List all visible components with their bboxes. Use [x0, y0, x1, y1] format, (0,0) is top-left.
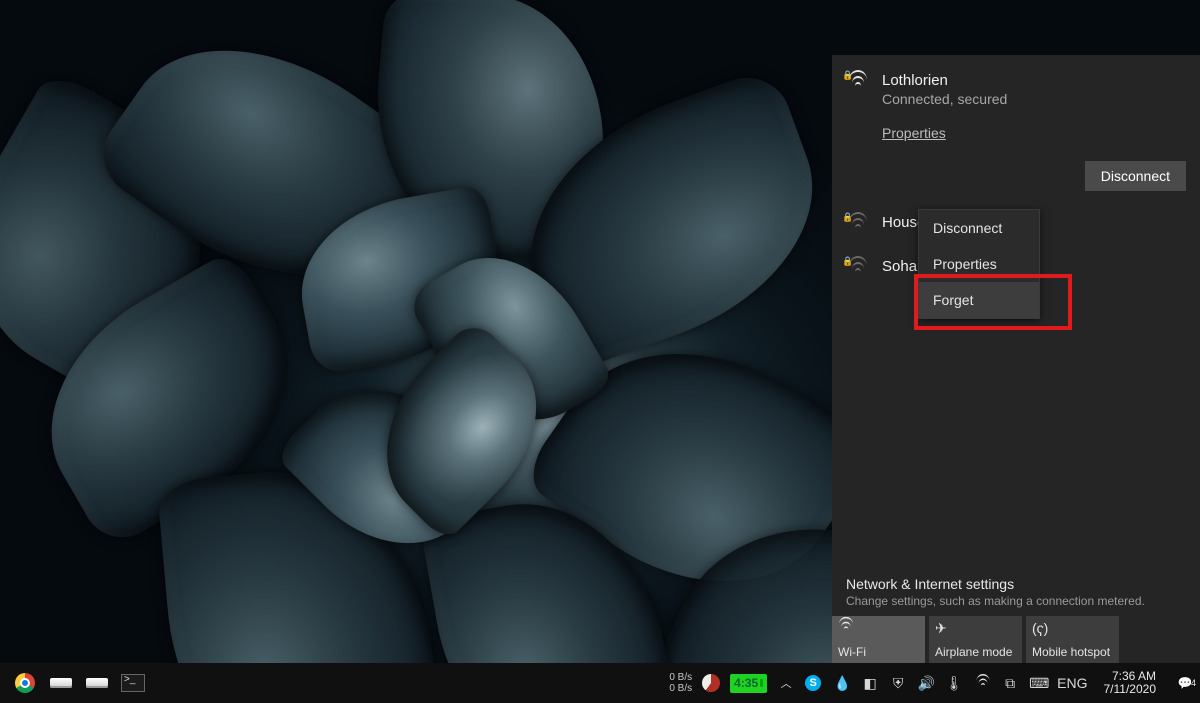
drive-icon[interactable]	[82, 668, 112, 698]
battery-time: 4:35	[734, 676, 758, 690]
properties-link[interactable]: Properties	[882, 125, 946, 141]
security-icon[interactable]: ⛨	[889, 675, 907, 692]
wifi-tray-icon[interactable]	[973, 675, 991, 691]
clock-date: 7/11/2020	[1104, 683, 1157, 696]
disconnect-row: Disconnect	[832, 153, 1200, 201]
terminal-icon[interactable]	[118, 668, 148, 698]
tile-airplane-mode[interactable]: ✈ Airplane mode	[929, 616, 1022, 663]
thermometer-icon[interactable]: 🌡	[945, 675, 963, 692]
context-menu-disconnect[interactable]: Disconnect	[919, 210, 1039, 246]
flyout-footer: Network & Internet settings Change setti…	[832, 568, 1200, 663]
settings-subtitle: Change settings, such as making a connec…	[832, 594, 1200, 616]
tile-label: Mobile hotspot	[1032, 645, 1113, 659]
taskbar: 0 B/s 0 B/s 4:35 ︿ S 💧 ◧ ⛨ 🔊 🌡 ⧉ ⌨ ENG 7…	[0, 663, 1200, 703]
net-speed-indicator: 0 B/s 0 B/s	[669, 672, 692, 694]
tile-label: Airplane mode	[935, 645, 1016, 659]
net-speed-down: 0 B/s	[669, 672, 692, 683]
wifi-secured-icon: 🔒	[848, 74, 868, 90]
hotspot-icon: (ҁ)	[1032, 620, 1113, 636]
network-name: Lothlorien	[882, 71, 1186, 91]
keyboard-icon[interactable]: ⌨	[1029, 675, 1047, 692]
network-context-menu: Disconnect Properties Forget	[918, 209, 1040, 319]
network-settings-link[interactable]: Network & Internet settings	[832, 568, 1200, 594]
tile-label: Wi-Fi	[838, 645, 919, 659]
disk-usage-icon[interactable]	[702, 674, 720, 692]
action-center-icon[interactable]: 💬 4	[1172, 676, 1198, 690]
drive-icon[interactable]	[46, 668, 76, 698]
network-item-body: Lothlorien Connected, secured Properties	[882, 71, 1186, 141]
volume-icon[interactable]: 🔊	[917, 675, 935, 692]
tile-wifi[interactable]: Wi-Fi	[832, 616, 925, 663]
wifi-icon	[838, 620, 919, 636]
clock[interactable]: 7:36 AM 7/11/2020	[1098, 670, 1163, 696]
airplane-icon: ✈	[935, 620, 1016, 636]
app-tray-icon[interactable]: ◧	[861, 675, 879, 692]
skype-icon[interactable]: S	[805, 675, 823, 691]
quick-action-tiles: Wi-Fi ✈ Airplane mode (ҁ) Mobile hotspot	[832, 616, 1200, 663]
chrome-icon[interactable]	[10, 668, 40, 698]
taskbar-tray: 0 B/s 0 B/s 4:35 ︿ S 💧 ◧ ⛨ 🔊 🌡 ⧉ ⌨ ENG 7…	[669, 670, 1200, 696]
droplet-icon[interactable]: 💧	[833, 675, 851, 692]
net-speed-up: 0 B/s	[669, 683, 692, 694]
network-status: Connected, secured	[882, 91, 1186, 107]
network-flyout: 🔒 Lothlorien Connected, secured Properti…	[832, 55, 1200, 663]
wifi-secured-icon: 🔒	[848, 216, 868, 232]
battery-indicator[interactable]: 4:35	[730, 674, 767, 693]
taskbar-pinned-apps	[0, 668, 148, 698]
context-menu-forget[interactable]: Forget	[919, 282, 1039, 318]
network-item-connected[interactable]: 🔒 Lothlorien Connected, secured Properti…	[832, 59, 1200, 153]
language-indicator[interactable]: ENG	[1057, 675, 1087, 691]
disconnect-button[interactable]: Disconnect	[1085, 161, 1186, 191]
notification-count: 4	[1191, 678, 1196, 688]
context-menu-properties[interactable]: Properties	[919, 246, 1039, 282]
tray-chevron-up-icon[interactable]: ︿	[777, 675, 795, 691]
wifi-secured-icon: 🔒	[848, 260, 868, 276]
settings-title: Network & Internet settings	[846, 576, 1186, 592]
tile-mobile-hotspot[interactable]: (ҁ) Mobile hotspot	[1026, 616, 1119, 663]
dropbox-icon[interactable]: ⧉	[1001, 675, 1019, 692]
